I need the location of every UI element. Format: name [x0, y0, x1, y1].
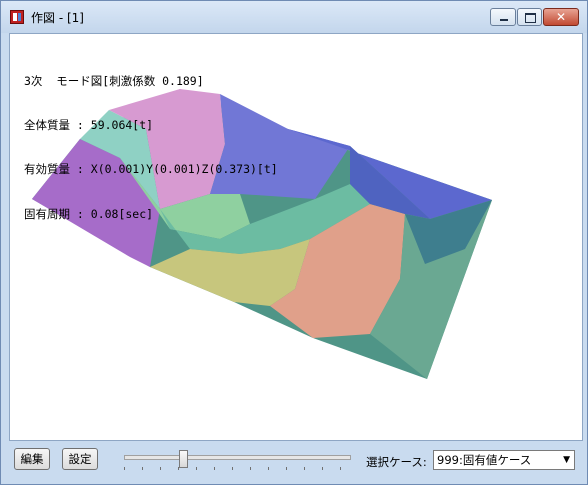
minimize-icon [500, 19, 508, 21]
case-label: 選択ケース: [366, 455, 427, 469]
slider-thumb[interactable] [179, 450, 188, 468]
info-line-mode: 3次 モード図[刺激係数 0.189] [24, 73, 204, 88]
maximize-button[interactable] [517, 8, 542, 26]
maximize-icon [525, 13, 536, 23]
minimize-button[interactable] [490, 8, 516, 26]
app-icon[interactable] [10, 10, 24, 24]
animation-slider[interactable] [124, 450, 351, 471]
close-button[interactable]: ✕ [543, 8, 579, 26]
chevron-down-icon: ▼ [563, 455, 570, 465]
settings-button[interactable]: 設定 [62, 448, 98, 470]
mode-info: 3次 モード図[刺激係数 0.189] 全体質量 : 59.064[t] 有効質… [24, 44, 278, 251]
title-bar: 作図 - [1] ✕ [1, 1, 587, 33]
slider-ticks [124, 467, 349, 471]
info-line-total-mass: 全体質量 : 59.064[t] [24, 117, 154, 132]
bottom-toolbar: 編集 設定 選択ケース: 999:固有値ケース ▼ [9, 442, 581, 476]
window: 作図 - [1] ✕ 3次 モード図[刺激係数 0.189] 全体質量 : 59… [0, 0, 588, 485]
slider-track[interactable] [124, 455, 351, 460]
info-line-period: 固有周期 : 0.08[sec] [24, 206, 154, 221]
drawing-area[interactable]: 3次 モード図[刺激係数 0.189] 全体質量 : 59.064[t] 有効質… [9, 33, 583, 441]
edit-button[interactable]: 編集 [14, 448, 50, 470]
close-icon: ✕ [555, 10, 567, 24]
case-select[interactable]: 999:固有値ケース ▼ [433, 450, 575, 470]
case-selected-value: 999:固有値ケース [437, 453, 532, 467]
info-line-effective-mass: 有効質量 : X(0.001)Y(0.001)Z(0.373)[t] [24, 162, 278, 177]
window-title: 作図 - [1] [31, 11, 84, 25]
